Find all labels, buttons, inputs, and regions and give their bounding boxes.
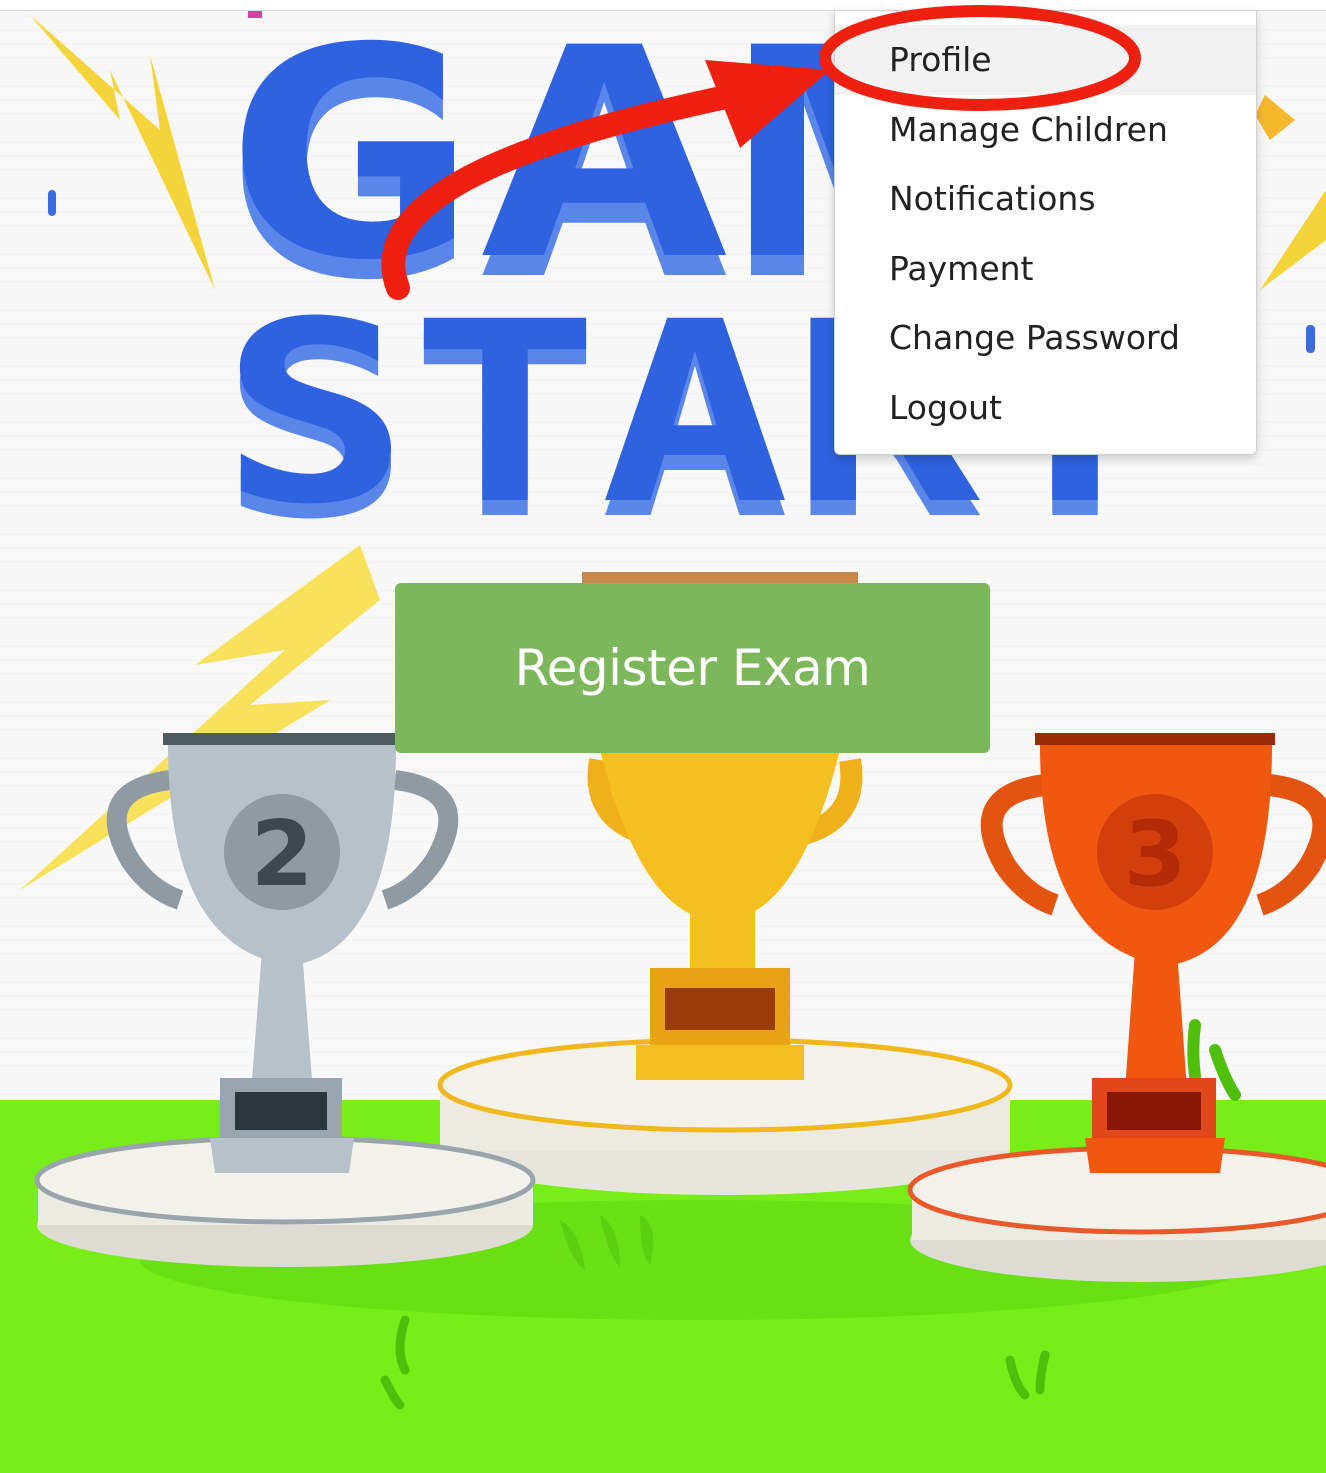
lightning-bolt-right [1260, 190, 1326, 290]
menu-item-notifications[interactable]: Notifications [835, 164, 1256, 234]
trophy-bronze-number: 3 [1124, 802, 1187, 907]
menu-item-logout[interactable]: Logout [835, 373, 1256, 443]
register-exam-button[interactable]: Register Exam [395, 583, 990, 753]
menu-item-manage-children[interactable]: Manage Children [835, 95, 1256, 165]
confetti-orange [1255, 95, 1295, 140]
menu-item-profile[interactable]: Profile [835, 25, 1256, 95]
menu-item-payment[interactable]: Payment [835, 234, 1256, 304]
confetti-blue-left [48, 190, 56, 216]
confetti-blue-right [1306, 325, 1315, 353]
game-start-page: GAME GAME START START 2 3 Register Exam … [0, 0, 1326, 1473]
menu-item-change-password[interactable]: Change Password [835, 303, 1256, 373]
lightning-bolt-left [30, 15, 215, 290]
trophy-silver-number: 2 [251, 802, 314, 907]
account-dropdown-menu: Profile Manage Children Notifications Pa… [834, 10, 1257, 455]
